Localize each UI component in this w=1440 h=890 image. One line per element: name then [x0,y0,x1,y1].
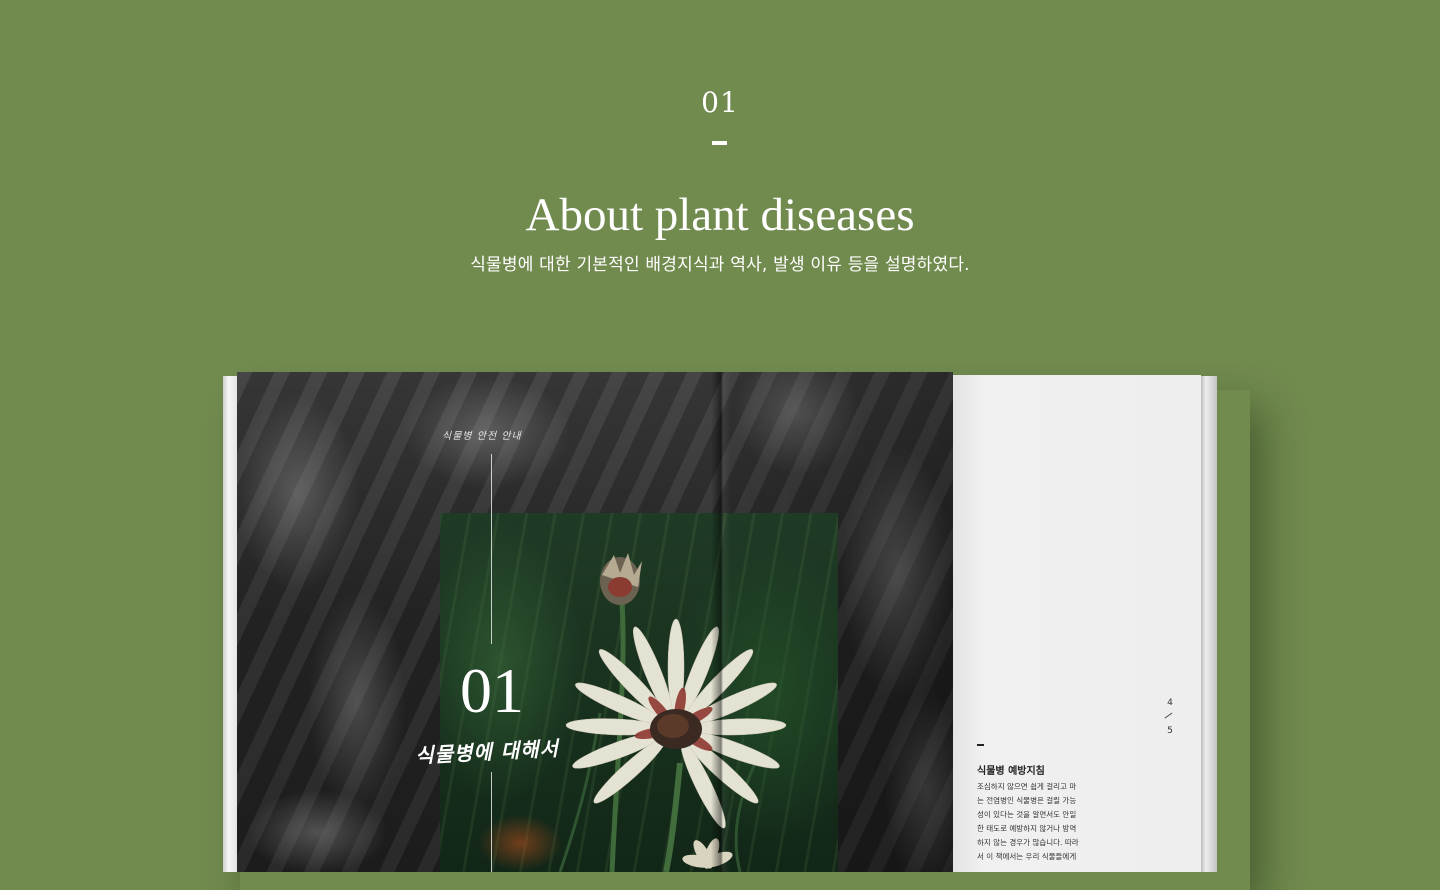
heading-dash [977,744,984,746]
page-edge-left [223,376,237,872]
divider-line-bottom [491,772,492,872]
book-mockup: 식물병 안전 안내 01 식물병에 대해서 4 5 식물병 예방지침 조심하지 … [223,372,1217,872]
page-number-bottom: 5 [1167,726,1173,736]
book-spine [711,372,731,872]
body-line: 성이 있다는 것을 알면서도 안일 [977,810,1077,819]
right-body: 조심하지 않으면 쉽게 걸리고 마 는 전염병인 식물병은 걸릴 가능 성이 있… [977,780,1089,864]
section-subtitle: 식물병에 대한 기본적인 배경지식과 역사, 발생 이유 등을 설명하였다. [470,255,970,275]
spread-photo: 식물병 안전 안내 01 식물병에 대해서 [237,372,953,872]
divider-line-top [491,454,492,644]
body-line: 하지 않는 경우가 많습니다. 따라 [977,838,1079,847]
chapter-number: 01 [460,655,524,726]
page-edge-right [1201,376,1217,872]
right-heading: 식물병 예방지침 [977,766,1045,777]
page-number-top: 4 [1167,698,1173,708]
body-line: 한 태도로 예방하지 않거나 방역 [977,824,1077,833]
body-line: 서 이 책에서는 우리 식물들에게 [977,852,1077,861]
section-title: About plant diseases [525,189,915,241]
page-tag: 식물병 안전 안내 [442,431,522,442]
body-line: 조심하지 않으면 쉽게 걸리고 마 [977,782,1077,791]
section-number: 01 [701,86,739,119]
body-line: 는 전염병인 식물병은 걸릴 가능 [977,796,1077,805]
section-divider [712,141,727,145]
